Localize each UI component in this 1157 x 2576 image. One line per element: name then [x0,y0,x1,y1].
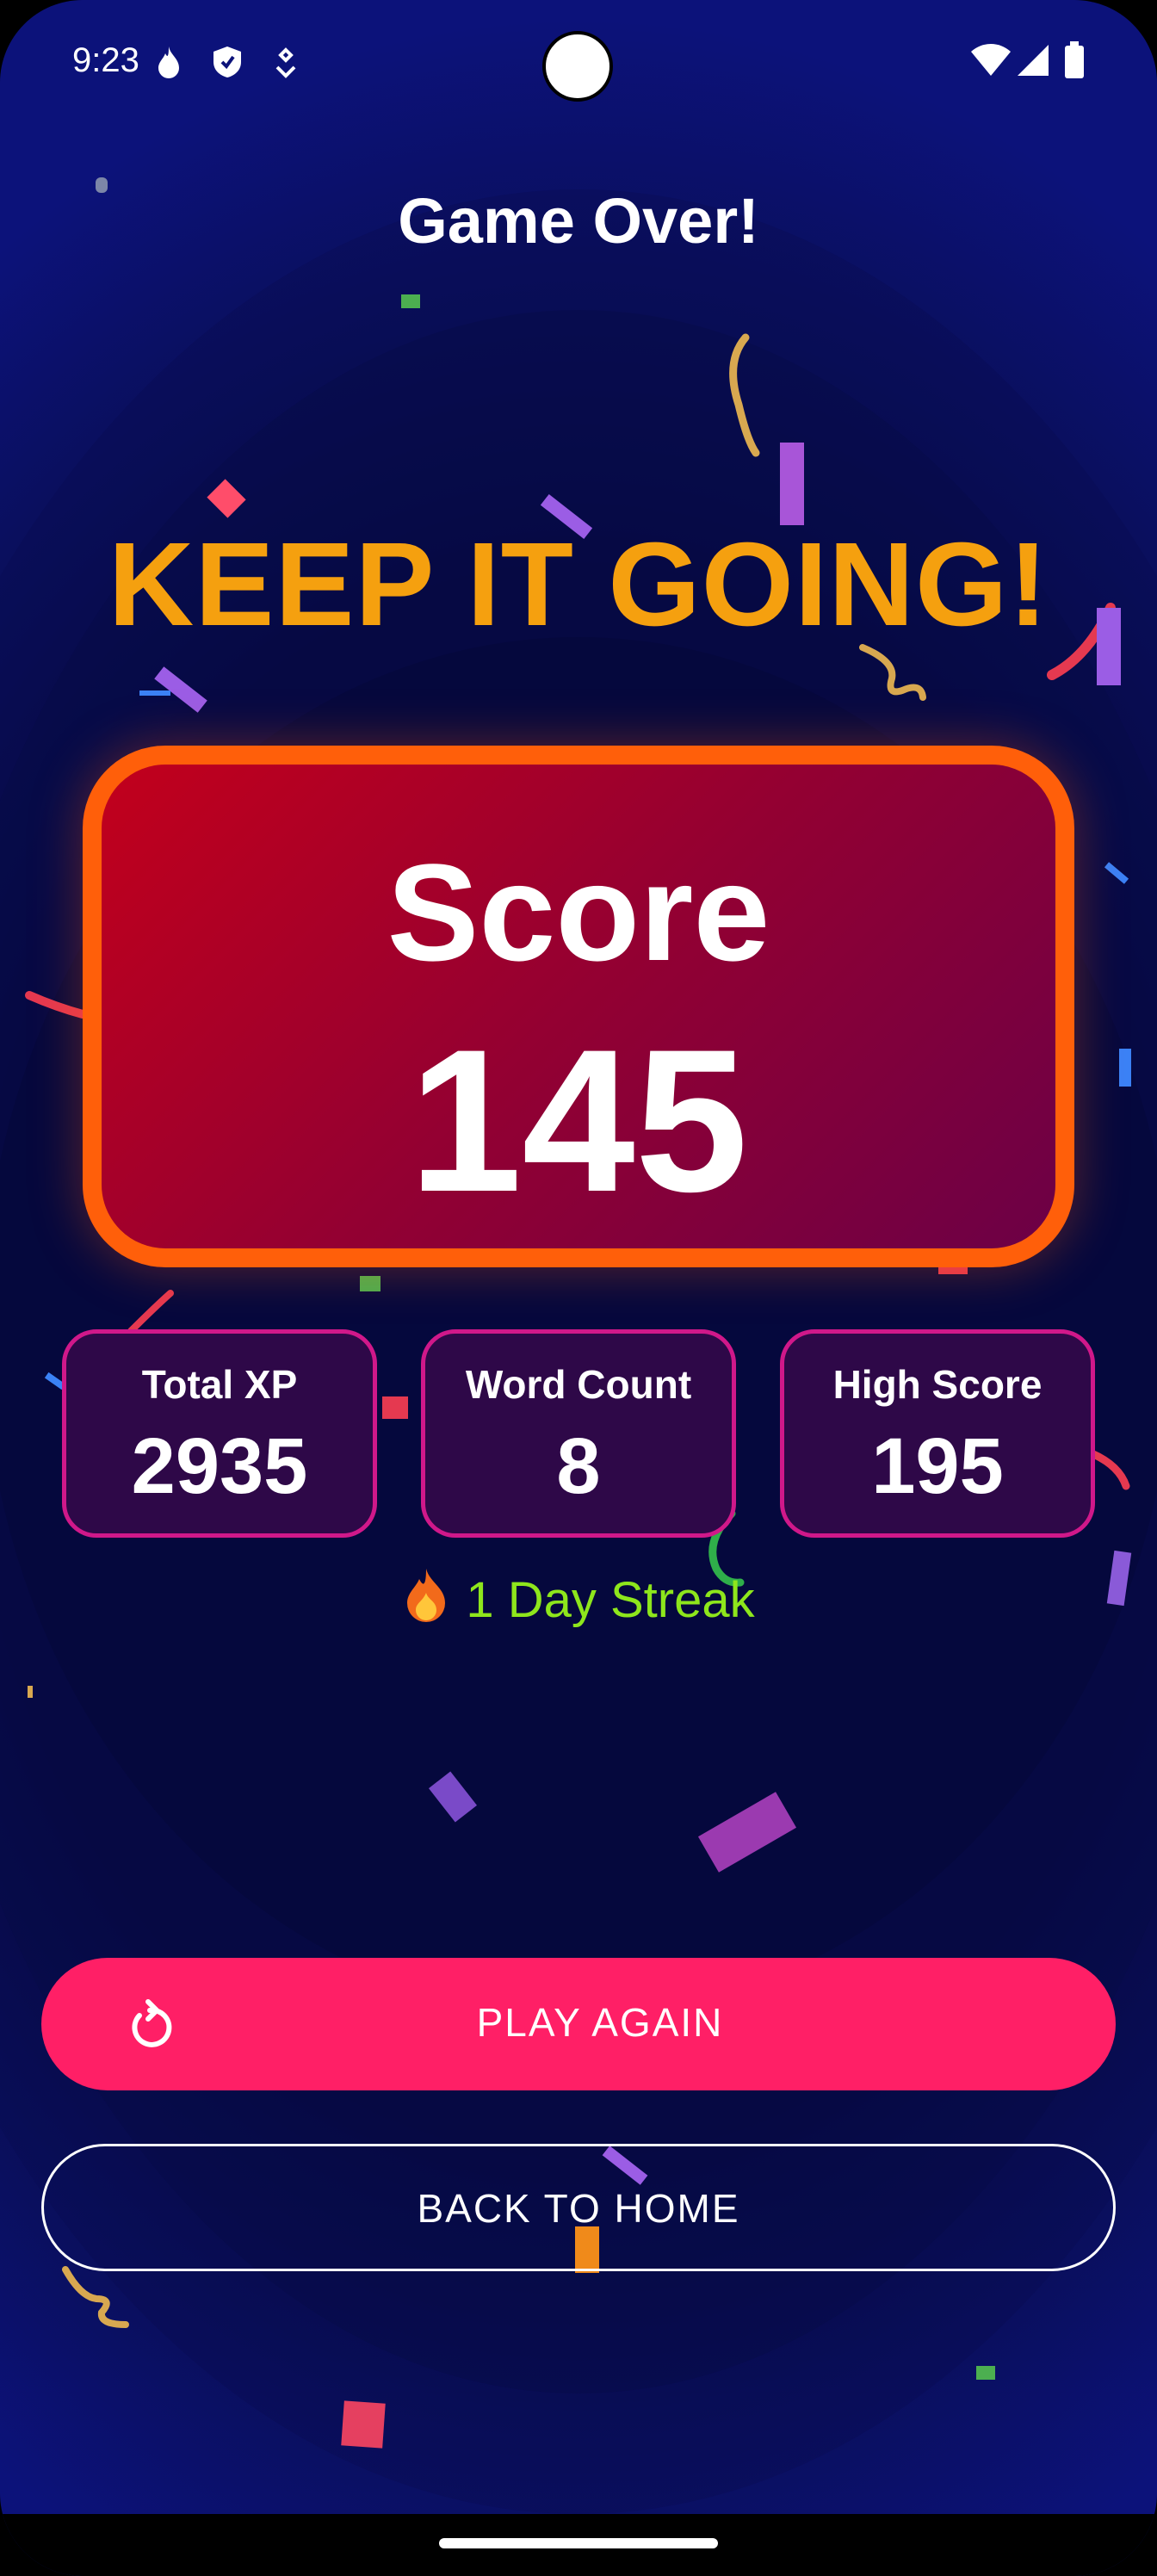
score-card: Score 145 [83,746,1074,1267]
score-label: Score [387,835,770,989]
game-over-screen: 9:23 Game Over! KEEP IT GOING! Score 145… [0,0,1157,2576]
fire-icon [402,1567,450,1634]
status-bar: 9:23 [0,0,1157,129]
signal-icon [1016,43,1050,82]
stat-label: High Score [832,1362,1043,1407]
heartbeat-icon [272,45,300,84]
stat-total-xp: Total XP 2935 [62,1329,377,1538]
fire-icon [155,45,183,84]
shield-icon [212,45,243,84]
streak-indicator: 1 Day Streak [0,1567,1157,1634]
wifi-icon [971,43,1011,82]
stat-label: Word Count [465,1362,692,1407]
battery-icon [1064,41,1085,84]
stat-value: 2935 [131,1422,308,1510]
streak-text: 1 Day Streak [466,1572,755,1628]
status-time: 9:23 [72,41,139,79]
page-title: Game Over! [398,185,759,257]
stat-high-score: High Score 195 [780,1329,1095,1538]
stat-value: 195 [871,1422,1004,1510]
back-to-home-button[interactable]: BACK TO HOME [41,2144,1116,2271]
score-value: 145 [409,1007,748,1235]
home-indicator[interactable] [439,2538,718,2548]
stat-word-count: Word Count 8 [421,1329,736,1538]
play-again-button[interactable]: PLAY AGAIN [41,1958,1116,2090]
motivation-headline: KEEP IT GOING! [108,518,1049,651]
stat-label: Total XP [141,1362,298,1407]
back-to-home-label: BACK TO HOME [417,2186,740,2231]
front-camera [542,31,613,102]
stat-value: 8 [556,1422,601,1510]
play-again-label: PLAY AGAIN [476,2000,724,2045]
